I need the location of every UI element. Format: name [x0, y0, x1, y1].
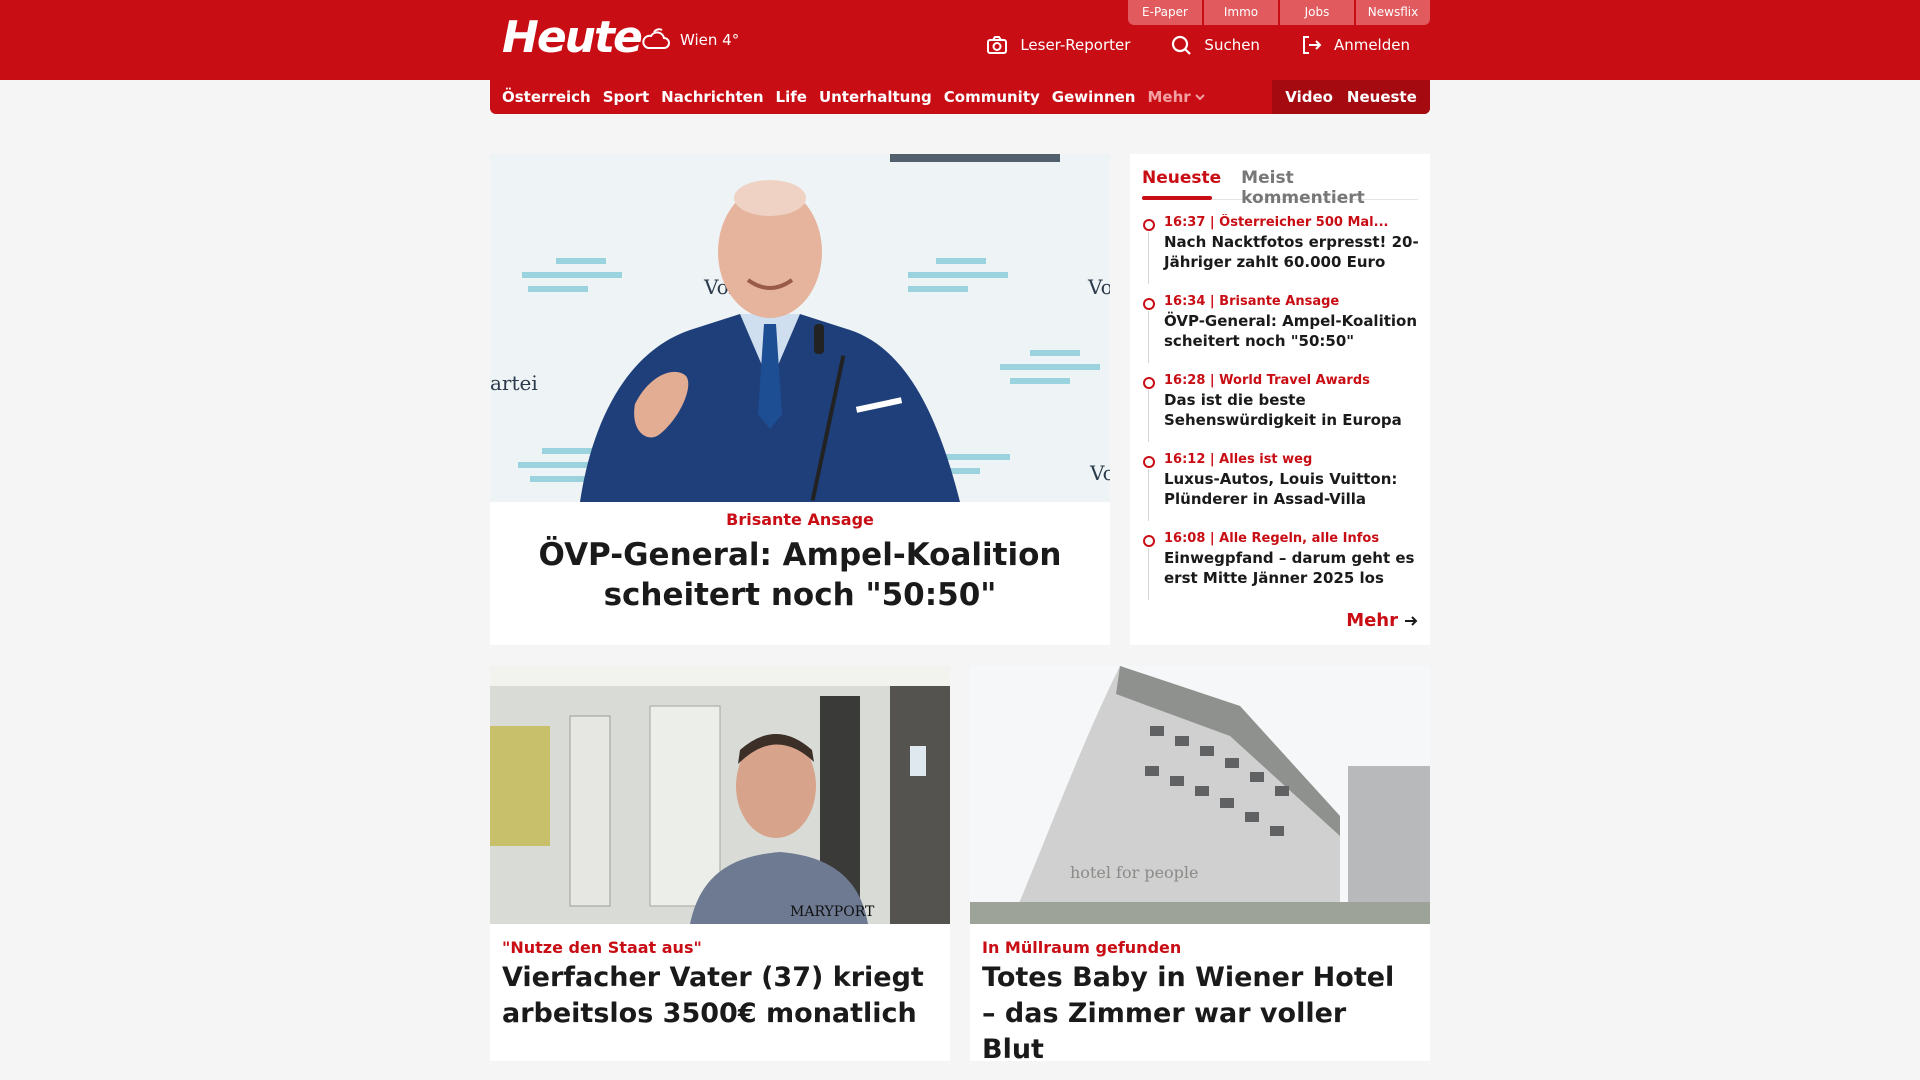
nav-item-unterhaltung[interactable]: Unterhaltung — [819, 88, 932, 106]
top-link-jobs[interactable]: Jobs — [1280, 0, 1354, 25]
nav-item-oesterreich[interactable]: Österreich — [502, 88, 591, 106]
hero-photo-illustration: Volk artei Vo Vo — [490, 154, 1110, 502]
svg-text:MARYPORT: MARYPORT — [790, 904, 875, 920]
nav-item-gewinnen[interactable]: Gewinnen — [1052, 88, 1136, 106]
list-item[interactable]: 16:12 | Alles ist weg Luxus-Autos, Louis… — [1142, 451, 1422, 530]
hero-headline[interactable]: ÖVP-General: Ampel-Koalition scheitert n… — [490, 535, 1110, 615]
nav-latest[interactable]: Neueste — [1347, 88, 1417, 106]
list-item[interactable]: 16:28 | World Travel Awards Das ist die … — [1142, 372, 1422, 451]
news-title[interactable]: ÖVP-General: Ampel-Koalition scheitert n… — [1164, 311, 1422, 351]
weather-text: Wien 4° — [680, 31, 740, 49]
weather-widget[interactable]: Wien 4° — [640, 26, 739, 54]
login-button[interactable]: Anmelden — [1300, 34, 1410, 56]
nav-item-sport[interactable]: Sport — [603, 88, 649, 106]
list-item[interactable]: 16:37 | Österreicher 500 Mal... Nach Nac… — [1142, 214, 1422, 293]
card-photo-illustration: MARYPORT — [490, 666, 950, 924]
header-inner: Heute Wien 4° E-Paper Immo Jobs Newsflix… — [490, 0, 1430, 80]
search-button[interactable]: Suchen — [1170, 34, 1260, 56]
nav-more-dropdown[interactable]: Mehr — [1147, 88, 1205, 106]
top-links: E-Paper Immo Jobs Newsflix — [1128, 0, 1430, 25]
login-icon — [1302, 36, 1322, 54]
svg-text:artei: artei — [490, 371, 538, 395]
card-headline[interactable]: Totes Baby in Wiener Hotel – das Zimmer … — [982, 960, 1412, 1068]
weather-cloud-icon — [642, 28, 670, 49]
list-item[interactable]: 16:34 | Brisante Ansage ÖVP-General: Amp… — [1142, 293, 1422, 372]
site-logo[interactable]: Heute — [502, 12, 643, 63]
arrow-right-icon — [1405, 615, 1418, 626]
leser-reporter-button[interactable]: Leser-Reporter — [986, 34, 1130, 56]
card-kicker: In Müllraum gefunden — [982, 938, 1182, 957]
hero-article[interactable]: Volk artei Vo Vo Brisante Ansage ÖVP-Gen… — [490, 154, 1110, 645]
news-title[interactable]: Einwegpfand – darum geht es erst Mitte J… — [1164, 548, 1422, 588]
sidebar-more-link[interactable]: Mehr — [1346, 610, 1418, 631]
hero-text: Brisante Ansage ÖVP-General: Ampel-Koali… — [490, 510, 1110, 615]
article-card[interactable]: MARYPORT "Nutze den Staat aus" Vierfache… — [490, 666, 950, 1061]
header-actions: Leser-Reporter Suchen Anmelden — [986, 34, 1410, 56]
card-image[interactable]: hotel for people — [970, 666, 1430, 924]
hero-kicker: Brisante Ansage — [726, 510, 874, 529]
tab-meist-kommentiert[interactable]: Meist kommentiert — [1241, 162, 1418, 208]
nav-item-life[interactable]: Life — [776, 88, 807, 106]
news-title[interactable]: Luxus-Autos, Louis Vuitton: Plünderer in… — [1164, 469, 1422, 509]
search-icon — [1172, 35, 1192, 55]
sidebar-tabs: Neueste Meist kommentiert — [1142, 162, 1418, 208]
login-label: Anmelden — [1333, 36, 1410, 54]
news-meta: 16:12 | Alles ist weg — [1164, 452, 1313, 467]
svg-text:Vo: Vo — [1087, 275, 1110, 299]
top-header: Heute Wien 4° E-Paper Immo Jobs Newsflix… — [0, 0, 1920, 80]
news-meta: 16:08 | Alle Regeln, alle Infos — [1164, 531, 1380, 546]
main-nav: Österreich Sport Nachrichten Life Unterh… — [490, 80, 1430, 114]
svg-text:Vo: Vo — [1089, 461, 1110, 485]
nav-categories: Österreich Sport Nachrichten Life Unterh… — [502, 80, 1205, 114]
top-link-immo[interactable]: Immo — [1204, 0, 1278, 25]
nav-video-latest: Video Neueste — [1272, 80, 1430, 114]
top-link-newsflix[interactable]: Newsflix — [1356, 0, 1430, 25]
card-kicker: "Nutze den Staat aus" — [502, 938, 702, 957]
news-title[interactable]: Das ist die beste Sehenswürdigkeit in Eu… — [1164, 390, 1422, 430]
list-item[interactable]: 16:08 | Alle Regeln, alle Infos Einwegpf… — [1142, 530, 1422, 609]
search-label: Suchen — [1204, 36, 1260, 54]
camera-icon — [987, 36, 1008, 54]
card-photo-illustration: hotel for people — [970, 666, 1430, 924]
leser-reporter-label: Leser-Reporter — [1020, 36, 1131, 54]
card-image[interactable]: MARYPORT — [490, 666, 950, 924]
card-headline[interactable]: Vierfacher Vater (37) kriegt arbeitslos … — [502, 960, 932, 1032]
sidebar-more-label: Mehr — [1346, 610, 1398, 631]
hero-image[interactable]: Volk artei Vo Vo — [490, 154, 1110, 502]
article-card[interactable]: hotel for people In Müllraum gefunden To… — [970, 666, 1430, 1065]
nav-more-label: Mehr — [1147, 88, 1191, 106]
news-meta: 16:37 | Österreicher 500 Mal... — [1164, 215, 1389, 230]
top-link-epaper[interactable]: E-Paper — [1128, 0, 1202, 25]
nav-item-nachrichten[interactable]: Nachrichten — [661, 88, 763, 106]
news-meta: 16:34 | Brisante Ansage — [1164, 294, 1340, 309]
tab-neueste[interactable]: Neueste — [1142, 162, 1221, 200]
nav-video[interactable]: Video — [1285, 88, 1333, 106]
news-meta: 16:28 | World Travel Awards — [1164, 373, 1370, 388]
chevron-down-icon — [1194, 94, 1205, 101]
svg-text:hotel for people: hotel for people — [1070, 863, 1199, 882]
news-timeline: 16:37 | Österreicher 500 Mal... Nach Nac… — [1142, 214, 1422, 609]
nav-item-community[interactable]: Community — [944, 88, 1040, 106]
news-title[interactable]: Nach Nacktfotos erpresst! 20-Jähriger za… — [1164, 232, 1422, 272]
latest-news-sidebar: Neueste Meist kommentiert 16:37 | Österr… — [1130, 154, 1430, 645]
